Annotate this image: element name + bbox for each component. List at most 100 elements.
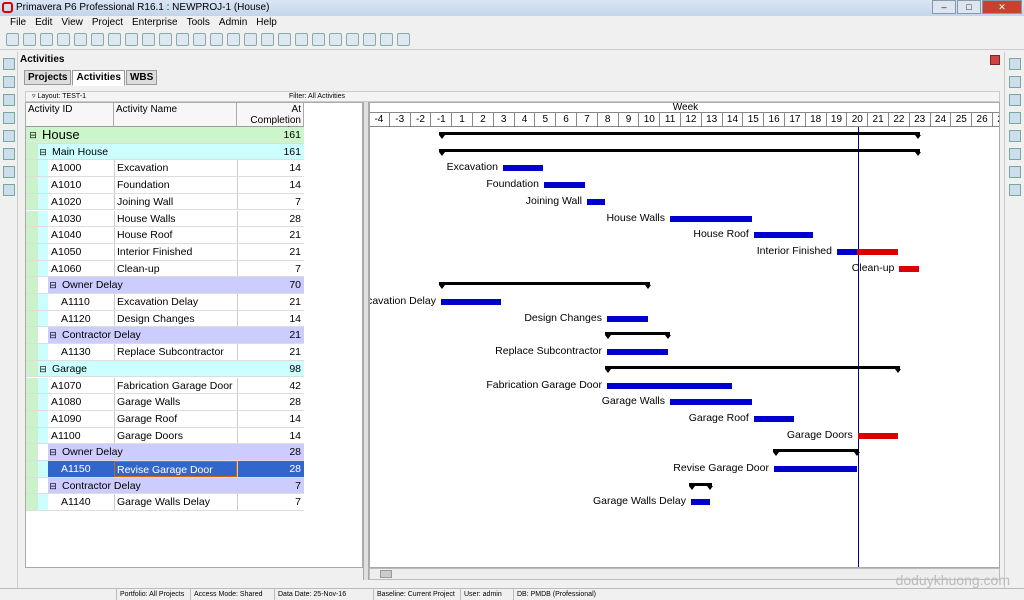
summary-bar[interactable] <box>439 282 650 286</box>
toolbar-button-icon[interactable] <box>295 33 308 46</box>
toolbar-button-icon[interactable] <box>74 33 87 46</box>
table-row[interactable]: A1010 Foundation 14 <box>26 177 304 194</box>
table-row[interactable]: A1110 Excavation Delay 21 <box>26 294 304 311</box>
toolbar-button-icon[interactable] <box>312 33 325 46</box>
table-row[interactable]: A1080 Garage Walls 28 <box>26 394 304 411</box>
activity-bar[interactable] <box>690 499 711 506</box>
toolbar-button-icon[interactable] <box>363 33 376 46</box>
activity-name-cell[interactable]: Joining Wall <box>114 193 237 210</box>
summary-bar[interactable] <box>605 365 901 369</box>
table-row[interactable]: A1150 Revise Garage Door 28 <box>26 461 304 478</box>
critical-activity-bar[interactable] <box>857 432 898 439</box>
toolbar-button-icon[interactable] <box>108 33 121 46</box>
menu-help[interactable]: Help <box>256 16 277 30</box>
sidebar-tool-icon[interactable] <box>1008 184 1021 196</box>
tab-activities[interactable]: Activities <box>72 70 125 86</box>
wbs-row[interactable]: ⊟ Contractor Delay 7 <box>26 477 304 495</box>
table-row[interactable]: A1120 Design Changes 14 <box>26 310 304 328</box>
table-row[interactable]: A1040 House Roof 21 <box>26 227 304 244</box>
sidebar-tool-icon[interactable] <box>2 112 15 124</box>
collapse-toggle-icon[interactable]: ⊟ <box>48 277 58 293</box>
toolbar-button-icon[interactable] <box>278 33 291 46</box>
collapse-toggle-icon[interactable]: ⊟ <box>38 361 48 377</box>
menu-admin[interactable]: Admin <box>219 16 247 30</box>
toolbar-button-icon[interactable] <box>193 33 206 46</box>
close-panel-icon[interactable] <box>990 55 1000 65</box>
activity-name-cell[interactable]: Garage Walls <box>114 394 237 410</box>
sidebar-tool-icon[interactable] <box>2 76 15 88</box>
sidebar-tool-icon[interactable] <box>2 94 15 106</box>
toolbar-button-icon[interactable] <box>227 33 240 46</box>
activity-name-cell[interactable]: Clean-up <box>114 260 237 277</box>
table-row[interactable]: A1090 Garage Roof 14 <box>26 410 304 428</box>
maximize-button[interactable]: □ <box>957 0 981 14</box>
toolbar-button-icon[interactable] <box>176 33 189 46</box>
activity-bar[interactable] <box>440 299 502 305</box>
activity-name-cell[interactable]: House Roof <box>114 227 237 243</box>
table-row[interactable]: A1140 Garage Walls Delay 7 <box>26 494 304 512</box>
table-row[interactable]: A1070 Fabrication Garage Door 42 <box>26 377 304 395</box>
activity-name-cell[interactable]: Garage Roof <box>114 410 237 427</box>
activity-bar[interactable] <box>606 315 648 322</box>
wbs-row[interactable]: ⊟ Owner Delay 28 <box>26 444 304 461</box>
activity-name-cell[interactable]: Garage Doors <box>114 427 237 444</box>
table-row[interactable]: A1020 Joining Wall 7 <box>26 193 304 211</box>
collapse-toggle-icon[interactable]: ⊟ <box>48 327 58 343</box>
activity-name-cell[interactable]: Excavation <box>114 160 237 177</box>
toolbar-button-icon[interactable] <box>346 33 359 46</box>
activity-bar[interactable] <box>753 415 794 422</box>
table-row[interactable]: A1030 House Walls 28 <box>26 210 304 228</box>
table-row[interactable]: A1130 Replace Subcontractor 21 <box>26 344 304 361</box>
toolbar-button-icon[interactable] <box>159 33 172 46</box>
wbs-row[interactable]: ⊟ Main House 161 <box>26 143 304 161</box>
collapse-toggle-icon[interactable]: ⊟ <box>38 144 48 160</box>
activity-name-cell[interactable]: Interior Finished <box>114 243 237 260</box>
menu-view[interactable]: View <box>61 16 83 30</box>
toolbar-button-icon[interactable] <box>40 33 53 46</box>
minimize-button[interactable]: – <box>932 0 956 14</box>
tab-projects[interactable]: Projects <box>24 70 72 85</box>
activity-name-cell[interactable]: Revise Garage Door <box>114 461 237 477</box>
table-row[interactable]: A1100 Garage Doors 14 <box>26 427 304 445</box>
col-duration[interactable]: At Completion Duration <box>237 103 304 137</box>
summary-bar[interactable] <box>772 449 860 453</box>
toolbar-button-icon[interactable] <box>261 33 274 46</box>
table-row[interactable]: A1050 Interior Finished 21 <box>26 243 304 261</box>
activity-bar[interactable] <box>669 215 752 222</box>
activity-bar[interactable] <box>773 466 857 472</box>
toolbar-button-icon[interactable] <box>329 33 342 46</box>
activity-bar[interactable] <box>606 349 669 356</box>
toolbar-button-icon[interactable] <box>142 33 155 46</box>
wbs-row[interactable]: ⊟ House 161 <box>26 127 304 144</box>
critical-activity-bar[interactable] <box>899 265 920 272</box>
activity-name-cell[interactable]: Excavation Delay <box>114 294 237 310</box>
tab-wbs[interactable]: WBS <box>125 70 158 85</box>
activity-name-cell[interactable]: Garage Walls Delay <box>114 494 237 511</box>
table-row[interactable]: A1060 Clean-up 7 <box>26 260 304 278</box>
activity-bar[interactable] <box>586 198 606 205</box>
sidebar-tool-icon[interactable] <box>2 58 15 70</box>
summary-bar[interactable] <box>605 332 670 336</box>
activity-name-cell[interactable]: House Walls <box>114 210 237 227</box>
summary-bar[interactable] <box>439 148 921 152</box>
activity-name-cell[interactable]: Design Changes <box>114 310 237 327</box>
toolbar-button-icon[interactable] <box>23 33 36 46</box>
sidebar-tool-icon[interactable] <box>2 130 15 142</box>
wbs-row[interactable]: ⊟ Contractor Delay 21 <box>26 327 304 345</box>
collapse-toggle-icon[interactable]: ⊟ <box>48 444 58 460</box>
scroll-thumb[interactable] <box>380 570 392 578</box>
collapse-toggle-icon[interactable]: ⊟ <box>28 127 38 143</box>
sidebar-tool-icon[interactable] <box>1008 94 1021 106</box>
activity-name-cell[interactable]: Replace Subcontractor <box>114 344 237 360</box>
menu-tools[interactable]: Tools <box>187 16 210 30</box>
activity-bar[interactable] <box>606 382 732 389</box>
layout-selector[interactable]: ▿ Layout: TEST-1 <box>32 92 86 101</box>
collapse-toggle-icon[interactable]: ⊟ <box>48 478 58 494</box>
sidebar-tool-icon[interactable] <box>1008 130 1021 142</box>
summary-bar[interactable] <box>439 132 921 135</box>
sidebar-tool-icon[interactable] <box>2 148 15 160</box>
col-activity-id[interactable]: Activity ID <box>26 103 114 127</box>
menu-enterprise[interactable]: Enterprise <box>132 16 178 30</box>
toolbar-button-icon[interactable] <box>6 33 19 46</box>
sidebar-tool-icon[interactable] <box>1008 166 1021 178</box>
